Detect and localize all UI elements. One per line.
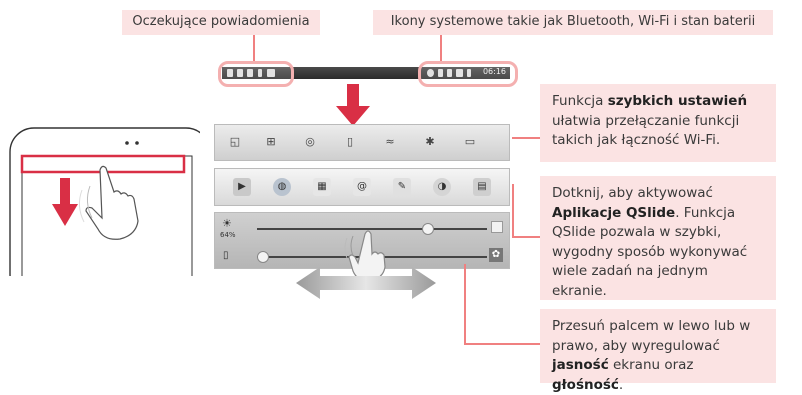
qslide-text-bold: Aplikacje QSlide <box>552 204 676 221</box>
grid-icon[interactable]: ⊞ <box>264 135 278 149</box>
highlight-system-icons <box>418 61 518 87</box>
wifi-icon[interactable]: ≈ <box>383 135 397 149</box>
qslide-apps-bar: ▶ ◍ ▦ @ ✎ ◑ ▤ <box>214 168 510 206</box>
auto-brightness-checkbox[interactable] <box>491 221 503 233</box>
callout-qslide: Dotknij, aby aktywować Aplikacje QSlide.… <box>540 176 776 300</box>
callout-system-icons: Ikony systemowe takie jak Bluetooth, Wi-… <box>373 10 773 35</box>
callout-pending-notifications: Oczekujące powiadomienia <box>122 10 320 35</box>
vibrate-icon: ▯ <box>223 250 229 261</box>
quick-settings-text-pre: Funkcja <box>552 93 608 109</box>
tablet-illustration <box>0 126 200 276</box>
settings-gear-icon[interactable]: ✿ <box>489 248 503 262</box>
calendar-app-icon[interactable]: ▦ <box>313 178 331 196</box>
video-app-icon[interactable]: ▶ <box>233 178 251 196</box>
callout-system-icons-text: Ikony systemowe takie jak Bluetooth, Wi-… <box>390 14 756 29</box>
connector-line <box>512 236 540 238</box>
qslide-mode-icon[interactable]: ◱ <box>228 135 242 149</box>
down-arrow-icon <box>336 84 370 126</box>
callout-sliders: Przesuń palcem w lewo lub w prawo, aby w… <box>540 309 776 393</box>
qslide-text-pre: Dotknij, aby aktywować <box>552 185 713 201</box>
connector-line <box>464 343 540 345</box>
swipe-down-arrow-icon <box>52 178 78 226</box>
sliders-text-pre: Przesuń palcem w lewo lub w prawo, aby w… <box>552 318 751 354</box>
connector-line <box>440 35 442 63</box>
quick-settings-text-post: ułatwia przełączanie funkcji takich jak … <box>552 112 740 149</box>
browser-app-icon[interactable]: ◍ <box>273 178 291 196</box>
quick-settings-bar: ◱ ⊞ ◎ ▯ ≈ ✱ ▭ <box>214 124 510 161</box>
vibrate-icon[interactable]: ▯ <box>343 135 357 149</box>
connector-line <box>464 264 466 345</box>
power-icon[interactable]: ◎ <box>303 135 317 149</box>
brightness-percent: 64% <box>220 231 236 239</box>
connector-line <box>512 137 540 139</box>
quick-settings-text-bold: szybkich ustawień <box>607 93 748 109</box>
callout-quick-settings: Funkcja szybkich ustawień ułatwia przełą… <box>540 84 776 162</box>
highlight-notifications <box>218 61 294 87</box>
phone-app-icon[interactable]: ◑ <box>433 178 451 196</box>
screen-mirror-icon[interactable]: ▭ <box>463 135 477 149</box>
volume-knob[interactable] <box>256 251 269 263</box>
memo-app-icon[interactable]: ✎ <box>393 178 411 196</box>
brightness-icon: ☀ <box>222 217 232 230</box>
file-manager-app-icon[interactable]: ▤ <box>473 178 491 196</box>
callout-pending-notifications-text: Oczekujące powiadomienia <box>132 14 310 29</box>
brightness-knob[interactable] <box>422 223 435 235</box>
bluetooth-icon[interactable]: ✱ <box>423 135 437 149</box>
connector-line <box>253 35 255 63</box>
connector-line <box>512 184 514 238</box>
tablet-drawing <box>9 127 200 276</box>
left-right-arrow-icon <box>296 267 436 299</box>
email-app-icon[interactable]: @ <box>353 178 371 196</box>
sliders-text-bold-brightness: jasność <box>552 357 609 373</box>
sliders-text-mid: ekranu oraz <box>608 357 694 373</box>
